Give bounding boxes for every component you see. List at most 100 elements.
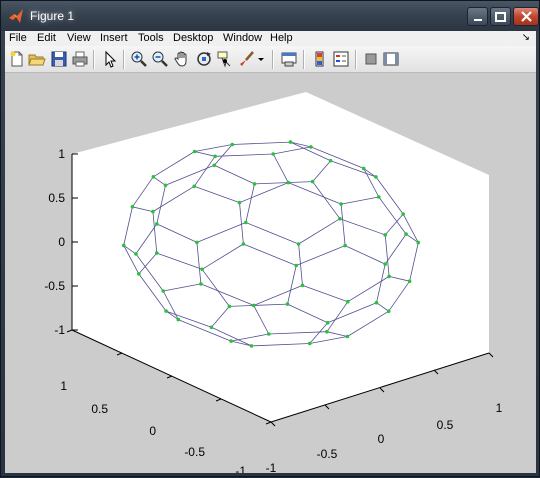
z-tick-label: -0.5 bbox=[44, 279, 65, 293]
brush-icon bbox=[240, 51, 254, 66]
wireframe-vertex bbox=[294, 263, 299, 268]
wireframe-vertex bbox=[137, 272, 141, 276]
brush-dropdown-button[interactable] bbox=[257, 50, 265, 68]
insert-colorbar-button[interactable] bbox=[311, 50, 329, 68]
wireframe-vertex bbox=[192, 184, 196, 189]
wireframe-vertex bbox=[300, 283, 305, 288]
dock-figure-button[interactable]: ↘ bbox=[522, 32, 530, 43]
wireframe-vertex bbox=[345, 334, 350, 339]
wireframe-vertex bbox=[176, 317, 181, 322]
matlab-logo-icon bbox=[9, 9, 23, 23]
z-tick-label: 0.5 bbox=[48, 191, 65, 205]
wireframe-vertex bbox=[325, 329, 329, 334]
wireframe-vertex bbox=[288, 140, 293, 144]
wireframe-vertex bbox=[271, 152, 276, 156]
y-tick-label: 0.5 bbox=[91, 402, 108, 416]
menu-desktop[interactable]: Desktop bbox=[173, 32, 213, 44]
wireframe-vertex bbox=[309, 145, 313, 149]
menu-edit[interactable]: Edit bbox=[37, 32, 56, 44]
brush-button[interactable] bbox=[238, 50, 256, 68]
wireframe-vertex bbox=[151, 175, 156, 179]
hide-plot-tools-icon bbox=[365, 53, 377, 65]
minimize-button[interactable] bbox=[467, 7, 488, 26]
data-cursor-icon bbox=[217, 51, 231, 68]
wireframe-vertex bbox=[192, 149, 197, 154]
figure-client-area: File Edit View Insert Tools Desktop Wind… bbox=[5, 31, 536, 478]
wireframe-vertex bbox=[195, 240, 199, 245]
maximize-button[interactable] bbox=[490, 7, 511, 26]
toolbar-separator bbox=[93, 50, 94, 69]
menu-insert[interactable]: Insert bbox=[100, 32, 128, 44]
link-plot-button[interactable] bbox=[280, 50, 298, 68]
print-button[interactable] bbox=[71, 50, 89, 68]
y-tick-label: 1 bbox=[60, 379, 67, 393]
edit-plot-button[interactable] bbox=[101, 50, 119, 68]
hide-plot-tools-button[interactable] bbox=[362, 50, 380, 68]
wireframe-vertex bbox=[121, 243, 126, 248]
x-tick-label: 1 bbox=[496, 401, 503, 415]
insert-legend-icon bbox=[333, 51, 349, 67]
wireframe-vertex bbox=[374, 300, 379, 305]
zoom-out-button[interactable] bbox=[151, 50, 169, 68]
wireframe-vertex bbox=[161, 289, 165, 293]
y-tick-label: -0.5 bbox=[184, 445, 205, 459]
figure-toolbar bbox=[5, 46, 536, 73]
wireframe-vertex bbox=[383, 233, 388, 237]
menu-bar: File Edit View Insert Tools Desktop Wind… bbox=[5, 31, 536, 46]
axes-3d[interactable]: 1 0.5 0 -0.5 -1 1 0.5 0 -0.5 -1 -1 -0.5 … bbox=[5, 74, 536, 478]
show-plot-tools-button[interactable] bbox=[382, 50, 400, 68]
wireframe-vertex bbox=[249, 344, 254, 348]
wireframe-vertex bbox=[338, 216, 342, 221]
menu-help[interactable]: Help bbox=[270, 32, 293, 44]
maximize-icon bbox=[495, 11, 506, 22]
wireframe-vertex bbox=[401, 212, 406, 216]
insert-colorbar-icon bbox=[315, 51, 324, 67]
toolbar-separator bbox=[355, 50, 356, 69]
rotate-3d-icon bbox=[197, 52, 211, 66]
pan-hand-icon bbox=[174, 51, 187, 67]
wireframe-vertex bbox=[307, 341, 312, 346]
x-tick-label: 0 bbox=[378, 432, 385, 446]
close-icon bbox=[520, 11, 532, 22]
rotate-3d-button[interactable] bbox=[195, 50, 213, 68]
zoom-out-icon bbox=[152, 51, 168, 67]
save-button[interactable] bbox=[50, 50, 68, 68]
minimize-icon bbox=[473, 18, 482, 21]
toolbar-separator bbox=[272, 50, 273, 69]
new-figure-button[interactable] bbox=[8, 50, 26, 68]
insert-legend-button[interactable] bbox=[332, 50, 350, 68]
menu-tools[interactable]: Tools bbox=[138, 32, 164, 44]
wireframe-vertex bbox=[267, 332, 271, 336]
wireframe-vertex bbox=[229, 339, 233, 343]
figure-window: Figure 1 File Edit View Insert Tools Des… bbox=[0, 0, 540, 478]
menu-file[interactable]: File bbox=[9, 32, 27, 44]
wireframe-vertex bbox=[286, 180, 291, 185]
wireframe-vertex bbox=[374, 175, 378, 179]
menu-view[interactable]: View bbox=[67, 32, 91, 44]
close-button[interactable] bbox=[513, 7, 539, 26]
wireframe-vertex bbox=[328, 158, 333, 163]
wireframe-vertex bbox=[209, 325, 214, 330]
open-file-button[interactable] bbox=[28, 50, 46, 68]
wireframe-vertex bbox=[241, 242, 246, 246]
toolbar-separator bbox=[123, 50, 124, 69]
print-icon bbox=[72, 51, 88, 67]
wireframe-vertex bbox=[407, 279, 412, 283]
wireframe-vertex bbox=[386, 309, 391, 313]
pan-button[interactable] bbox=[173, 50, 191, 68]
wireframe-vertex bbox=[285, 302, 290, 306]
wireframe-vertex bbox=[387, 274, 391, 279]
data-cursor-button[interactable] bbox=[216, 50, 234, 68]
title-bar[interactable]: Figure 1 bbox=[1, 1, 539, 31]
x-tick-label: 0.5 bbox=[437, 418, 454, 432]
zoom-in-button[interactable] bbox=[130, 50, 148, 68]
wireframe-vertex bbox=[237, 200, 242, 205]
wireframe-vertex bbox=[346, 299, 350, 304]
menu-window[interactable]: Window bbox=[223, 32, 262, 44]
wireframe-vertex bbox=[361, 166, 366, 171]
wireframe-vertex bbox=[252, 182, 257, 186]
wireframe-vertex bbox=[230, 142, 235, 147]
wireframe-vertex bbox=[155, 222, 159, 226]
wireframe-vertex bbox=[199, 282, 203, 286]
wireframe-vertex bbox=[200, 267, 204, 272]
